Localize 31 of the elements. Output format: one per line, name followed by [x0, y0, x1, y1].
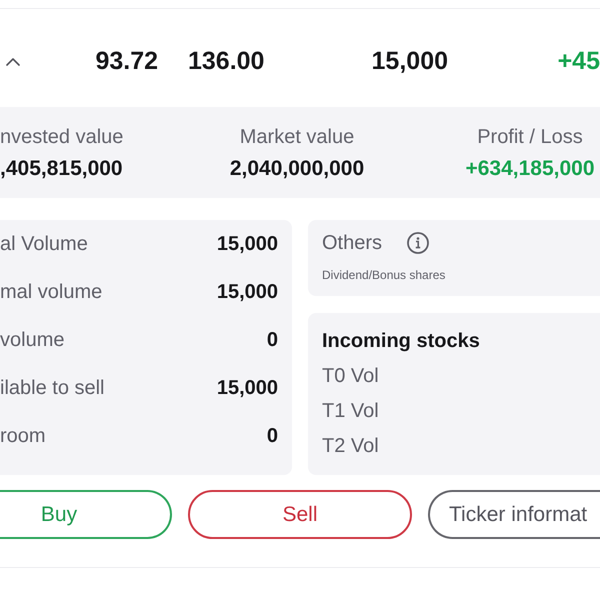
info-icon[interactable]	[407, 232, 430, 254]
buy-button[interactable]: Buy	[0, 490, 172, 539]
position-value: 15,000	[370, 46, 448, 78]
others-note: Dividend/Bonus shares	[322, 267, 446, 284]
volume-value: 15,000	[216, 376, 278, 401]
volume-label: mal volume	[0, 280, 102, 305]
volume-value: 15,000	[216, 232, 278, 257]
incoming-item: T1 Vol	[322, 399, 380, 424]
summary-value: +634,185,000	[465, 156, 595, 182]
incoming-title: Incoming stocks	[322, 329, 481, 354]
volume-value: 0	[266, 424, 278, 449]
volume-value: 0	[266, 328, 278, 353]
summary-value: ,405,815,000	[0, 156, 123, 182]
summary-value: 2,040,000,000	[230, 156, 364, 182]
volume-value: 15,000	[216, 280, 278, 305]
sell-button[interactable]: Sell	[188, 490, 412, 539]
summary-label: Profit / Loss	[477, 124, 583, 150]
position-value: 136.00	[188, 46, 266, 78]
volume-label: room	[0, 424, 46, 449]
incoming-item: T0 Vol	[322, 364, 380, 389]
volume-label: al Volume	[0, 232, 88, 257]
position-value: 93.72	[94, 46, 158, 78]
summary-label: Market value	[240, 124, 354, 150]
ticker-info-button[interactable]: Ticker informat	[428, 490, 600, 539]
volume-label: ilable to sell	[0, 376, 105, 401]
others-title: Others	[322, 231, 382, 256]
summary-label: nvested value	[0, 124, 124, 150]
volume-label: volume	[0, 328, 64, 353]
incoming-item: T2 Vol	[322, 434, 380, 459]
chevron-up-icon[interactable]	[6, 58, 20, 66]
position-value: +45	[556, 46, 600, 78]
